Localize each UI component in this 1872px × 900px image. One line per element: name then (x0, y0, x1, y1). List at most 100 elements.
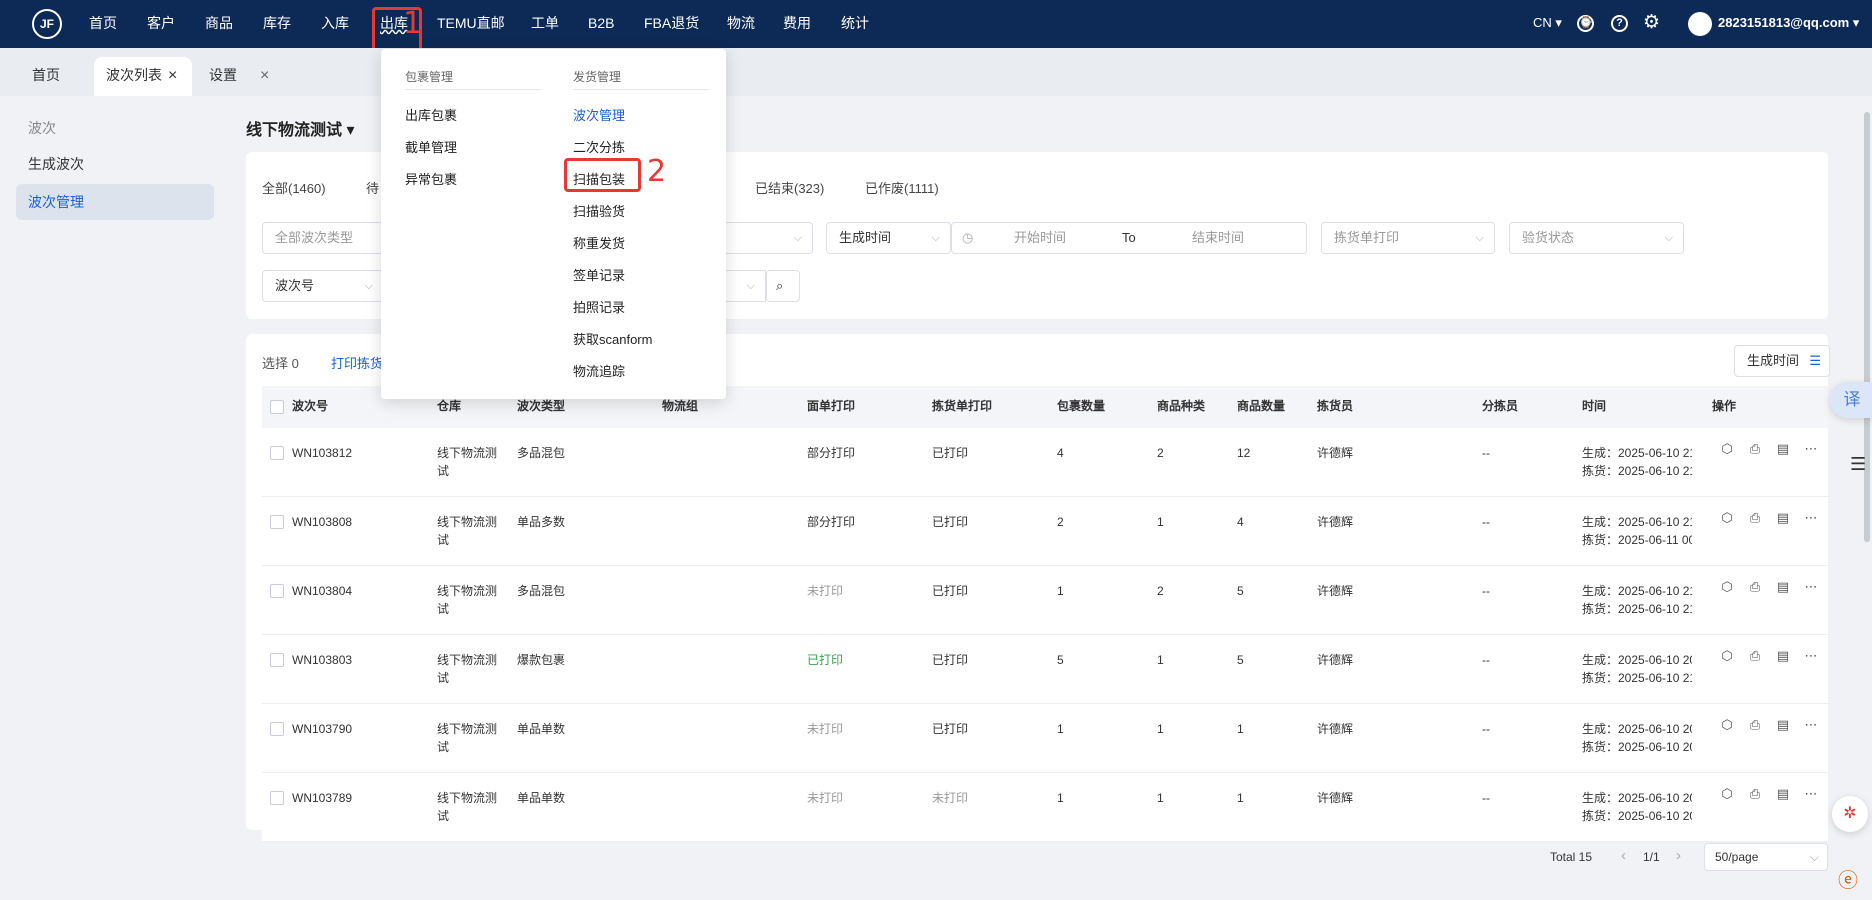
dd-tracking[interactable]: 物流追踪 (573, 361, 625, 380)
printer-icon[interactable]: ⎙ (1746, 785, 1764, 803)
archive-icon[interactable]: ▤ (1774, 578, 1792, 596)
nav-logistics[interactable]: 物流 (727, 0, 755, 48)
row-checkbox[interactable] (270, 446, 284, 460)
dd-wave-manage[interactable]: 波次管理 (573, 105, 625, 124)
tab-wave-list[interactable]: 波次列表 × (94, 57, 192, 96)
nav-b2b[interactable]: B2B (588, 0, 614, 48)
archive-icon[interactable]: ▤ (1774, 647, 1792, 665)
start-time-input[interactable]: 开始时间 (1014, 223, 1066, 253)
status-tab-all[interactable]: 全部(1460) (262, 178, 326, 197)
nav-fba-return[interactable]: FBA退货 (644, 0, 699, 48)
box-icon[interactable]: ⬡ (1718, 509, 1736, 527)
archive-icon[interactable]: ▤ (1774, 716, 1792, 734)
inspect-status-select[interactable]: 验货状态 ⌵ (1509, 222, 1684, 254)
share-icon[interactable]: ✲ (1832, 796, 1868, 832)
page-size-select[interactable]: 50/page ⌵ (1704, 843, 1828, 871)
nav-customers[interactable]: 客户 (147, 0, 175, 48)
time-type-select[interactable]: 生成时间 ⌵ (826, 222, 951, 254)
row-checkbox[interactable] (270, 653, 284, 667)
archive-icon[interactable]: ▤ (1774, 440, 1792, 458)
date-range-picker[interactable]: ◷ 开始时间 To 结束时间 (951, 222, 1307, 254)
nav-products[interactable]: 商品 (205, 0, 233, 48)
more-icon[interactable]: ⋯ (1802, 440, 1820, 458)
dd-exception-package[interactable]: 异常包裹 (405, 169, 457, 188)
search-button[interactable]: ⌕ (766, 270, 800, 302)
box-icon[interactable]: ⬡ (1718, 647, 1736, 665)
row-actions: ⬡ ⎙ ▤ ⋯ (1718, 578, 1820, 596)
more-icon[interactable]: ⋯ (1802, 647, 1820, 665)
logo[interactable]: JF (32, 9, 62, 39)
dd-outbound-package[interactable]: 出库包裹 (405, 105, 457, 124)
user-menu[interactable]: 2823151813@qq.com ▾ (1718, 0, 1859, 48)
more-icon[interactable]: ⋯ (1802, 716, 1820, 734)
nav-stats[interactable]: 统计 (841, 0, 869, 48)
row-checkbox[interactable] (270, 722, 284, 736)
wave-type-select[interactable]: 全部波次类型 (262, 222, 392, 254)
status-tab-voided[interactable]: 已作废(1111) (865, 178, 939, 197)
dd-cutoff[interactable]: 截单管理 (405, 137, 457, 156)
close-icon[interactable]: × (260, 57, 269, 96)
row-checkbox[interactable] (270, 584, 284, 598)
dd-photo-record[interactable]: 拍照记录 (573, 297, 625, 316)
archive-icon[interactable]: ▤ (1774, 509, 1792, 527)
nav-inventory[interactable]: 库存 (263, 0, 291, 48)
alibaba-icon[interactable]: ⓔ (1838, 864, 1858, 893)
cell-item-kinds: 1 (1157, 653, 1164, 667)
print-pick-button[interactable]: 打印拣货 (331, 353, 383, 372)
nav-inbound[interactable]: 入库 (321, 0, 349, 48)
row-checkbox[interactable] (270, 791, 284, 805)
printer-icon[interactable]: ⎙ (1746, 440, 1764, 458)
box-icon[interactable]: ⬡ (1718, 785, 1736, 803)
more-icon[interactable]: ⋯ (1802, 509, 1820, 527)
tab-home[interactable]: 首页 (32, 57, 92, 96)
next-page-button[interactable]: › (1676, 847, 1681, 864)
language-select[interactable]: CN ▾ (1533, 0, 1562, 48)
help-icon[interactable]: ? (1611, 15, 1628, 32)
avatar[interactable] (1688, 12, 1712, 36)
sidebar-item-wave-manage[interactable]: 波次管理 (16, 184, 214, 220)
box-icon[interactable]: ⬡ (1718, 716, 1736, 734)
close-icon[interactable]: × (168, 57, 177, 94)
sort-select[interactable]: 生成时间 ☰ (1734, 345, 1830, 377)
status-tab-finished[interactable]: 已结束(323) (755, 178, 824, 197)
dd-weigh-ship[interactable]: 称重发货 (573, 233, 625, 252)
more-icon[interactable]: ⋯ (1802, 578, 1820, 596)
nav-fees[interactable]: 费用 (783, 0, 811, 48)
gear-icon[interactable]: ⚙ (1643, 11, 1660, 34)
box-icon[interactable]: ⬡ (1718, 578, 1736, 596)
printer-icon[interactable]: ⎙ (1746, 647, 1764, 665)
dd-get-scanform[interactable]: 获取scanform (573, 329, 652, 348)
nav-workorder[interactable]: 工单 (531, 0, 559, 48)
row-checkbox[interactable] (270, 515, 284, 529)
status-tab-pending[interactable]: 待 (366, 178, 379, 197)
end-time-input[interactable]: 结束时间 (1192, 223, 1244, 253)
dd-sign-record[interactable]: 签单记录 (573, 265, 625, 284)
printer-icon[interactable]: ⎙ (1746, 509, 1764, 527)
prev-page-button[interactable]: ‹ (1621, 847, 1626, 864)
pick-print-select[interactable]: 拣货单打印 ⌵ (1321, 222, 1495, 254)
printer-icon[interactable]: ⎙ (1746, 578, 1764, 596)
cell-sorter: -- (1482, 653, 1490, 667)
nav-home[interactable]: 首页 (89, 0, 117, 48)
clock-icon[interactable]: ⌚ (1577, 15, 1594, 32)
scrollbar[interactable] (1864, 112, 1870, 542)
cell-item-qty: 12 (1237, 446, 1251, 460)
col-picker: 拣货员 (1317, 399, 1354, 413)
dd-scan-inspect[interactable]: 扫描验货 (573, 201, 625, 220)
dd-secondary-sort[interactable]: 二次分拣 (573, 137, 625, 156)
select-all-checkbox[interactable] (270, 400, 284, 414)
outbound-dropdown: 包裹管理 出库包裹 截单管理 异常包裹 发货管理 波次管理 二次分拣 扫描包装 … (381, 49, 726, 399)
nav-temu[interactable]: TEMU直邮 (437, 0, 505, 48)
tab-settings[interactable]: 设置 (209, 57, 237, 96)
list-search-icon[interactable]: ☰ (1850, 454, 1866, 475)
archive-icon[interactable]: ▤ (1774, 785, 1792, 803)
box-icon[interactable]: ⬡ (1718, 440, 1736, 458)
page-title[interactable]: 线下物流测试 ▾ (246, 116, 354, 140)
printer-icon[interactable]: ⎙ (1746, 716, 1764, 734)
sidebar-item-generate-wave[interactable]: 生成波次 (16, 146, 214, 182)
hidden-select-2[interactable]: ⌵ (726, 270, 766, 302)
wave-no-field-select[interactable]: 波次号 ⌵ (262, 270, 384, 302)
translate-button[interactable]: 译 (1830, 382, 1872, 418)
more-icon[interactable]: ⋯ (1802, 785, 1820, 803)
chevron-down-icon: ⌵ (1664, 232, 1673, 244)
